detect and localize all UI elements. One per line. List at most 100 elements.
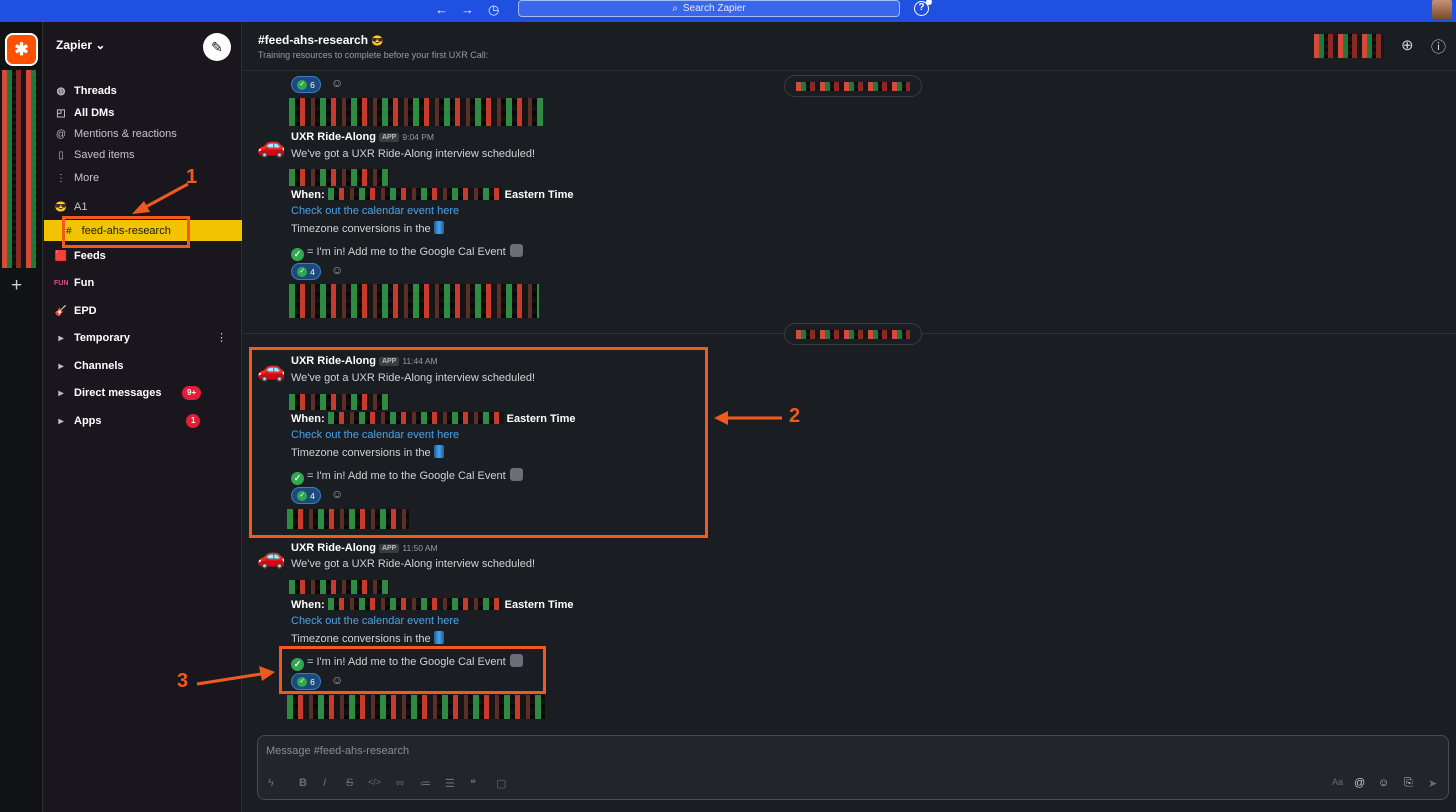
link-icon[interactable]: ∞ bbox=[396, 777, 404, 789]
search-bar[interactable]: ⌕ Search Zapier bbox=[518, 0, 900, 17]
message-header: UXR Ride-Along APP 11:50 AM bbox=[291, 542, 438, 554]
annotation-box-2 bbox=[249, 347, 708, 538]
sender-name[interactable]: UXR Ride-Along bbox=[291, 131, 376, 143]
history-clock-icon[interactable]: ◷ bbox=[488, 2, 499, 18]
add-reaction-icon[interactable]: ☺ bbox=[331, 76, 343, 90]
channel-title[interactable]: #feed-ahs-research 😎 bbox=[258, 33, 384, 47]
code-icon[interactable]: </> bbox=[368, 777, 381, 787]
feeds-icon: 🟥 bbox=[54, 250, 68, 262]
numbered-list-icon[interactable]: ≔ bbox=[420, 777, 431, 790]
bold-icon[interactable]: B bbox=[299, 777, 307, 789]
date-divider-pill[interactable] bbox=[784, 75, 922, 97]
sidebar-section-epd[interactable]: 🎸 EPD bbox=[54, 301, 97, 321]
caret-right-icon: ▸ bbox=[58, 360, 64, 372]
sidebar-section-direct-messages[interactable]: ▸ Direct messages bbox=[54, 383, 161, 403]
send-icon[interactable]: ➤ bbox=[1428, 777, 1437, 790]
help-notification-dot bbox=[926, 0, 932, 5]
compose-icon[interactable]: ✎ bbox=[203, 33, 231, 61]
attach-icon[interactable]: ⎘ bbox=[1404, 777, 1413, 790]
dm-unread-badge: 9+ bbox=[182, 386, 202, 400]
workspace-name[interactable]: Zapier ⌄ bbox=[56, 38, 105, 52]
channel-topic: Training resources to complete before yo… bbox=[258, 50, 489, 60]
message-input[interactable] bbox=[258, 736, 1448, 766]
thread-emoji-icon bbox=[433, 631, 444, 644]
channel-sidebar: Zapier ⌄ ✎ ◍ Threads ◰ All DMs @ Mention… bbox=[44, 22, 242, 812]
strikethrough-icon[interactable]: S bbox=[346, 777, 353, 789]
redacted-member-avatars[interactable] bbox=[1314, 34, 1384, 58]
add-member-icon[interactable]: ⊕ bbox=[1401, 36, 1414, 54]
channel-info-icon[interactable]: ⓘ bbox=[1431, 36, 1446, 57]
bullet-list-icon[interactable]: ☰ bbox=[445, 777, 455, 790]
annotation-box-1 bbox=[62, 216, 190, 248]
code-block-icon[interactable]: ▢ bbox=[496, 777, 506, 790]
sidebar-section-temporary[interactable]: ▸ Temporary bbox=[54, 328, 130, 348]
add-workspace-icon[interactable]: + bbox=[11, 276, 22, 296]
car-avatar-icon[interactable]: 🚗 bbox=[257, 132, 286, 158]
sidebar-section-fun[interactable]: FUN Fun bbox=[54, 273, 94, 293]
top-bar: ← → ◷ ⌕ Search Zapier ? bbox=[0, 0, 1456, 22]
caret-right-icon: ▸ bbox=[58, 415, 64, 427]
sidebar-item-more[interactable]: ⋮ More bbox=[54, 168, 99, 188]
sender-name[interactable]: UXR Ride-Along bbox=[291, 542, 376, 554]
car-avatar-icon[interactable]: 🚗 bbox=[257, 543, 286, 569]
timezone-line: Timezone conversions in the bbox=[291, 631, 444, 645]
workspace-rail: ✱ + bbox=[0, 22, 43, 812]
search-label: Search Zapier bbox=[682, 3, 746, 14]
apps-unread-badge: 1 bbox=[186, 414, 201, 428]
annotation-arrow-3 bbox=[196, 666, 275, 686]
at-icon: @ bbox=[55, 128, 67, 140]
guitar-icon: 🎸 bbox=[54, 305, 68, 317]
sunglasses-emoji-icon: 😎 bbox=[54, 201, 68, 213]
app-tag: APP bbox=[378, 133, 400, 142]
when-line: When: Eastern Time bbox=[291, 598, 574, 611]
sidebar-item-all-dms[interactable]: ◰ All DMs bbox=[54, 103, 114, 123]
message-text: We've got a UXR Ride-Along interview sch… bbox=[291, 148, 536, 160]
bookmark-icon: ▯ bbox=[58, 149, 64, 161]
slack-app: ← → ◷ ⌕ Search Zapier ? ✱ + Zapier ⌄ ✎ ◍… bbox=[0, 0, 1456, 812]
message-composer: ϟ B I S </> ∞ ≔ ☰ ❝ ▢ Aa @ ☺ ⎘ ➤ bbox=[257, 735, 1449, 800]
formatting-aa-icon[interactable]: Aa bbox=[1332, 777, 1343, 787]
emoji-icon[interactable]: ☺ bbox=[1378, 777, 1389, 789]
timezone-line: Timezone conversions in the bbox=[291, 221, 444, 235]
caret-right-icon: ▸ bbox=[58, 387, 64, 399]
redacted-content bbox=[289, 98, 543, 126]
thread-emoji-icon bbox=[433, 221, 444, 234]
message-time[interactable]: 11:50 AM bbox=[402, 543, 437, 553]
italic-icon[interactable]: I bbox=[323, 777, 326, 789]
user-avatar[interactable] bbox=[1432, 0, 1452, 19]
section-options-icon[interactable]: ⋮ bbox=[216, 331, 227, 344]
threads-icon: ◍ bbox=[56, 85, 66, 97]
forward-arrow-icon[interactable]: → bbox=[461, 2, 474, 18]
check-reaction-button[interactable]: ✓ 4 bbox=[291, 263, 321, 280]
redacted-workspaces bbox=[2, 70, 38, 268]
zapier-workspace-icon[interactable]: ✱ bbox=[5, 33, 38, 66]
sidebar-item-mentions[interactable]: @ Mentions & reactions bbox=[54, 124, 177, 144]
annotation-arrow-2 bbox=[714, 411, 782, 425]
when-line: When: Eastern Time bbox=[291, 188, 574, 201]
check-reaction-button[interactable]: ✓ 6 bbox=[291, 76, 321, 93]
sidebar-section-feeds[interactable]: 🟥 Feeds bbox=[54, 246, 106, 266]
custom-emoji-icon bbox=[509, 244, 523, 257]
message-time[interactable]: 9:04 PM bbox=[402, 132, 434, 142]
back-arrow-icon[interactable]: ← bbox=[435, 2, 448, 18]
add-reaction-icon[interactable]: ☺ bbox=[331, 263, 343, 277]
message-text: We've got a UXR Ride-Along interview sch… bbox=[291, 558, 536, 570]
calendar-event-link[interactable]: Check out the calendar event here bbox=[291, 615, 459, 627]
annotation-number-2: 2 bbox=[789, 405, 801, 427]
sidebar-item-threads[interactable]: ◍ Threads bbox=[54, 81, 117, 101]
check-emoji-icon: ✓ bbox=[291, 248, 304, 261]
quote-icon[interactable]: ❝ bbox=[470, 777, 476, 790]
sunglasses-emoji-icon: 😎 bbox=[371, 36, 384, 47]
sidebar-item-saved[interactable]: ▯ Saved items bbox=[54, 145, 134, 165]
message-header: UXR Ride-Along APP 9:04 PM bbox=[291, 131, 434, 143]
annotation-number-3: 3 bbox=[177, 670, 189, 692]
caret-right-icon: ▸ bbox=[58, 332, 64, 344]
calendar-event-link[interactable]: Check out the calendar event here bbox=[291, 205, 459, 217]
mention-icon[interactable]: @ bbox=[1354, 777, 1365, 789]
sidebar-section-channels[interactable]: ▸ Channels bbox=[54, 356, 123, 376]
date-divider-pill[interactable] bbox=[784, 323, 922, 345]
sidebar-section-apps[interactable]: ▸ Apps bbox=[54, 411, 101, 431]
sidebar-section-a1[interactable]: 😎 A1 bbox=[54, 197, 88, 217]
redacted-content bbox=[287, 695, 545, 719]
shortcuts-lightning-icon[interactable]: ϟ bbox=[268, 777, 274, 789]
